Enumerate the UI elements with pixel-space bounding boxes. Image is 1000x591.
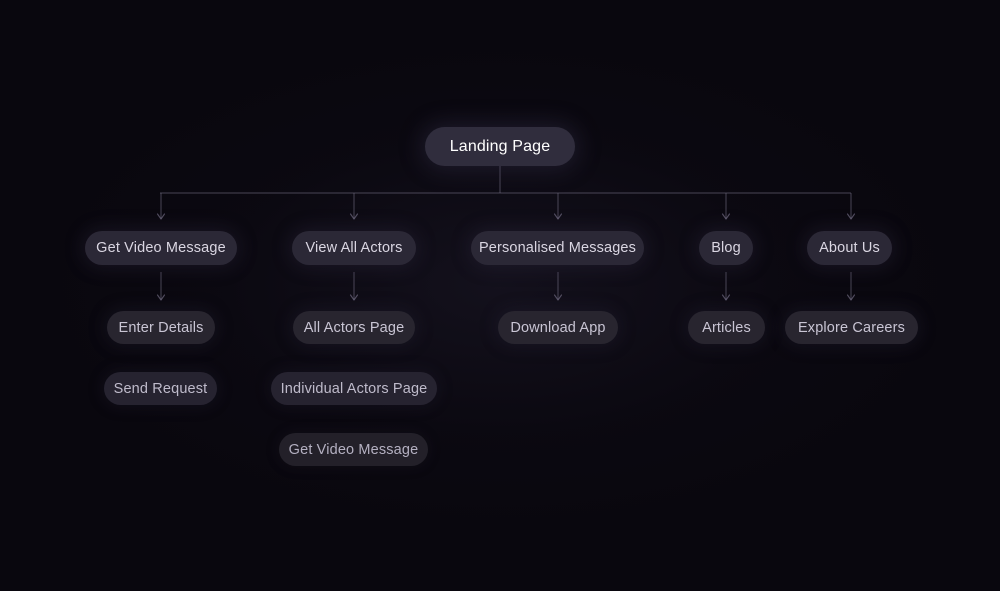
node-label: Download App xyxy=(510,319,606,336)
node-get-video-message-2[interactable]: Get Video Message xyxy=(279,433,428,466)
node-explore-careers[interactable]: Explore Careers xyxy=(785,311,918,344)
node-get-video-message[interactable]: Get Video Message xyxy=(85,231,237,265)
node-landing-page[interactable]: Landing Page xyxy=(425,127,575,166)
node-all-actors-page[interactable]: All Actors Page xyxy=(293,311,415,344)
node-label: Send Request xyxy=(113,380,208,397)
node-blog[interactable]: Blog xyxy=(699,231,753,265)
node-label: Blog xyxy=(711,240,741,256)
node-about-us[interactable]: About Us xyxy=(807,231,892,265)
node-label: View All Actors xyxy=(305,240,403,256)
node-label: Articles xyxy=(702,319,751,336)
node-send-request[interactable]: Send Request xyxy=(104,372,217,405)
node-label: About Us xyxy=(819,240,880,256)
node-enter-details[interactable]: Enter Details xyxy=(107,311,215,344)
node-label: Get Video Message xyxy=(96,240,226,256)
node-personalised-messages[interactable]: Personalised Messages xyxy=(471,231,644,265)
node-label: Personalised Messages xyxy=(478,240,637,256)
node-individual-actors-page[interactable]: Individual Actors Page xyxy=(271,372,437,405)
node-label: Enter Details xyxy=(118,319,204,336)
node-view-all-actors[interactable]: View All Actors xyxy=(292,231,416,265)
node-label: Explore Careers xyxy=(797,319,905,336)
node-download-app[interactable]: Download App xyxy=(498,311,618,344)
node-label: Individual Actors Page xyxy=(280,380,428,397)
node-articles[interactable]: Articles xyxy=(688,311,765,344)
connector-layer xyxy=(156,166,856,301)
node-label: Landing Page xyxy=(449,137,551,155)
node-label: Get Video Message xyxy=(288,441,419,458)
node-label: All Actors Page xyxy=(303,319,405,336)
sitemap-diagram: Landing Page Get Video Message View All Ac… xyxy=(0,0,1000,591)
